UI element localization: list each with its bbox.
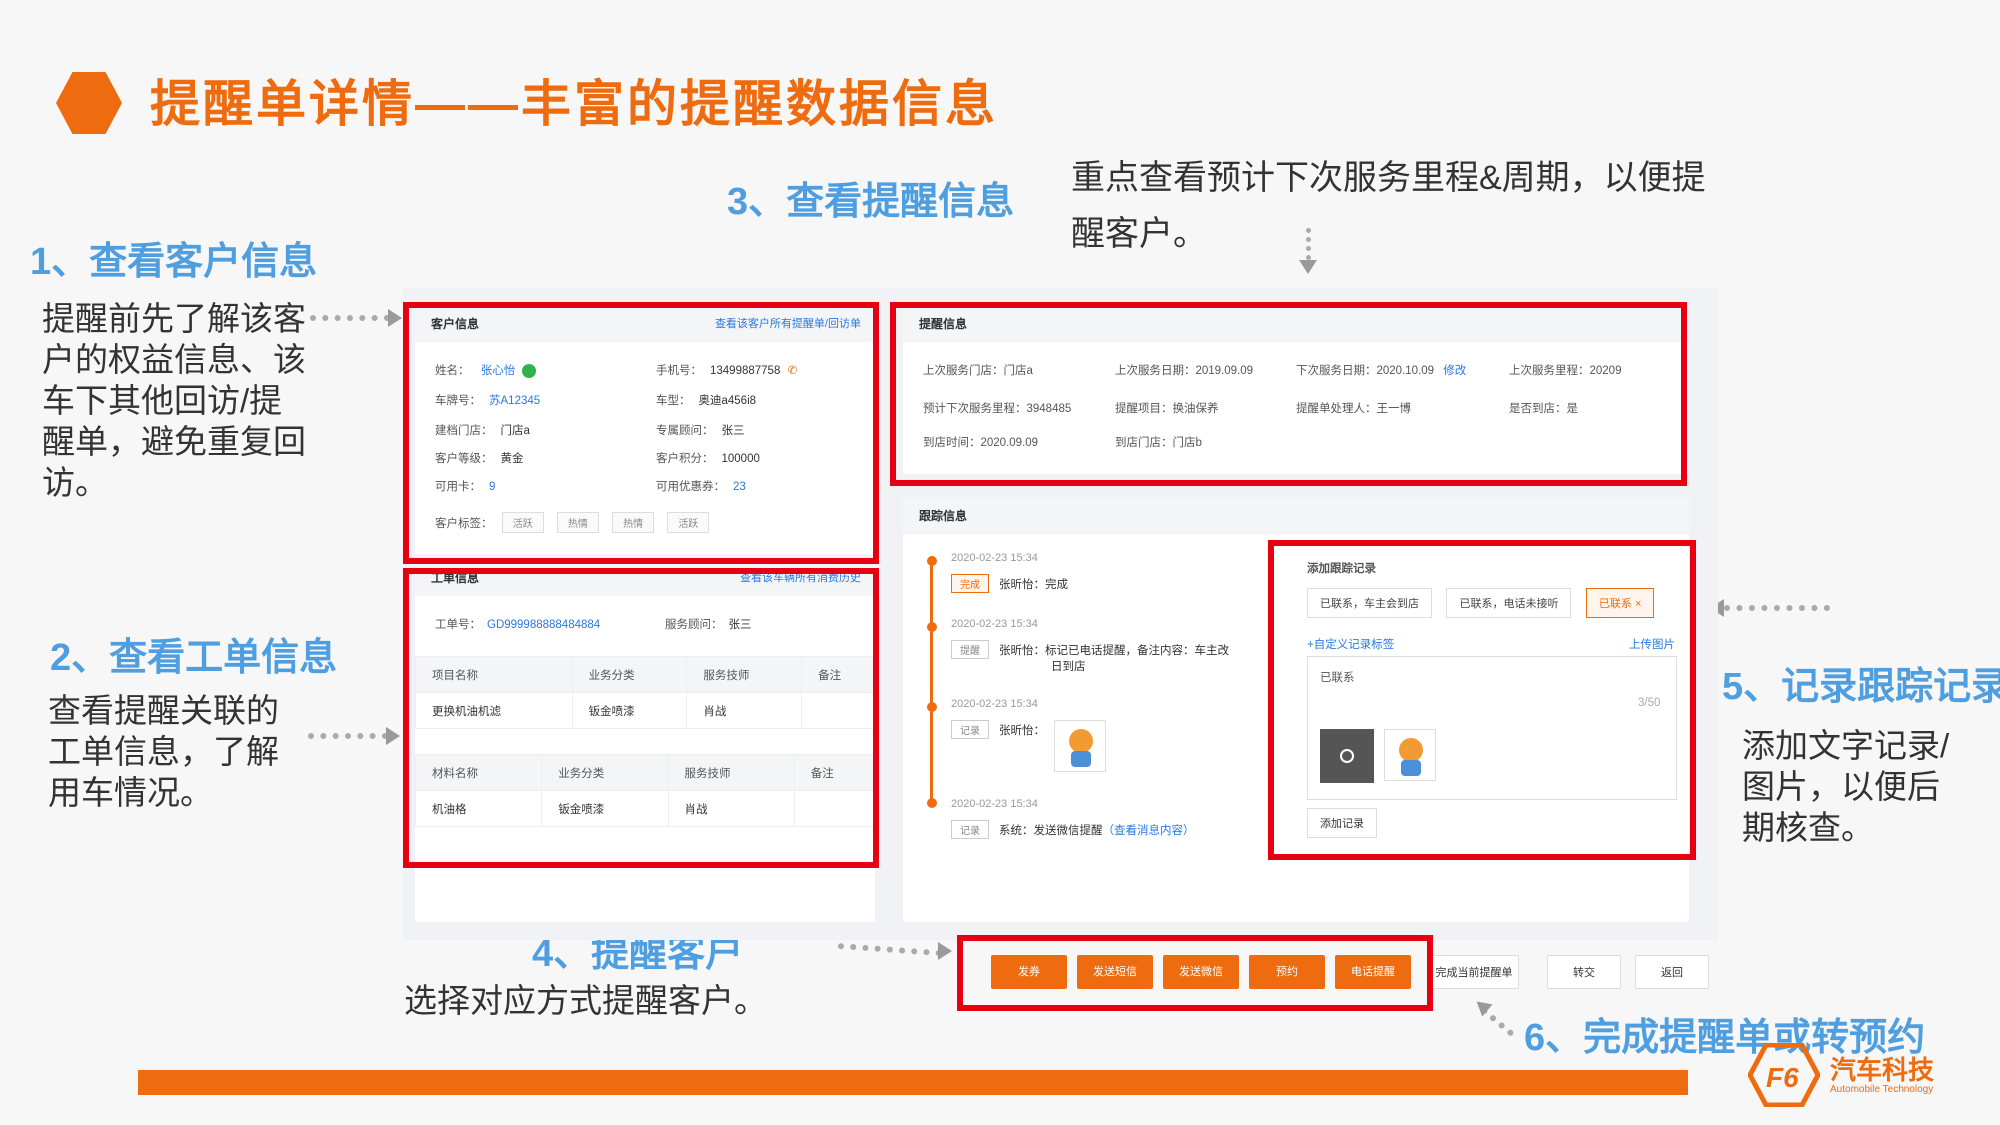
timeline-tag: 完成: [951, 574, 989, 593]
callout-1-arrow-head-icon: [388, 309, 402, 327]
callout-1-arrow-line: [310, 315, 390, 321]
company-logo-name: 汽车科技: [1830, 1055, 1935, 1085]
footer-bar: [138, 1070, 1688, 1095]
highlight-reminder-info: [890, 302, 1687, 486]
timeline-dot: [927, 556, 937, 566]
callout-4-arrow-head-icon: [938, 942, 952, 960]
timeline-dot: [927, 798, 937, 808]
callout-2-arrow-head-icon: [386, 727, 400, 745]
company-logo-icon: F6: [1748, 1043, 1820, 1107]
company-logo-subtitle: Automobile Technology: [1830, 1084, 1934, 1095]
timeline-entry: 记录 张昕怡：: [951, 720, 1107, 772]
callout-5-arrow-line: [1724, 605, 1830, 611]
callout-1-text: 提醒前先了解该客户的权益信息、该车下其他回访/提醒单，避免重复回访。: [42, 300, 306, 501]
tracking-info-title: 跟踪信息: [919, 509, 968, 523]
timeline-tag: 记录: [951, 720, 989, 739]
tracking-image-thumbnail[interactable]: [1054, 720, 1107, 772]
callout-5-title: 5、记录跟踪记录: [1722, 666, 2000, 708]
timeline-entry: 完成 张昕怡：完成: [951, 574, 1068, 593]
timeline-line: [930, 556, 933, 804]
callout-2-text: 查看提醒关联的工单信息，了解用车情况。: [48, 692, 279, 811]
back-button[interactable]: 返回: [1635, 955, 1709, 989]
timeline-time: 2020-02-23 15:34: [951, 618, 1038, 630]
view-message-link[interactable]: （查看消息内容）: [1103, 825, 1195, 837]
timeline-tag: 记录: [951, 820, 989, 839]
highlight-customer-info: [403, 302, 879, 564]
complete-reminder-button[interactable]: 完成当前提醒单: [1429, 955, 1519, 989]
timeline-tag: 提醒: [951, 640, 989, 659]
svg-text:F6: F6: [1766, 1062, 1799, 1093]
highlight-action-buttons: [957, 935, 1433, 1011]
callout-3-arrow-head-icon: [1299, 260, 1317, 274]
callout-1-title: 1、查看客户信息: [30, 241, 318, 283]
slide-title: 提醒单详情——丰富的提醒数据信息: [150, 76, 998, 132]
tracking-info-header: 跟踪信息: [903, 498, 1689, 534]
callout-3-arrow-line: [1306, 228, 1311, 260]
callout-3-text: 重点查看预计下次服务里程&周期，以便提醒客户。: [1071, 159, 1706, 253]
callout-2-title: 2、查看工单信息: [50, 637, 338, 679]
timeline-dot: [927, 702, 937, 712]
timeline-time: 2020-02-23 15:34: [951, 698, 1038, 710]
timeline-entry: 记录 系统：发送微信提醒（查看消息内容）: [951, 820, 1195, 839]
timeline-time: 2020-02-23 15:34: [951, 798, 1038, 810]
callout-5-text: 添加文字记录/图片，以便后期核查。: [1742, 727, 1950, 846]
callout-3-title: 3、查看提醒信息: [727, 181, 1015, 223]
callout-2-arrow-line: [308, 733, 388, 739]
timeline-entry: 提醒 张昕怡：标记已电话提醒，备注内容：车主改: [951, 640, 1229, 659]
callout-4-arrow-line: [837, 943, 942, 957]
timeline-dot: [927, 622, 937, 632]
highlight-add-record: [1268, 540, 1696, 860]
callout-4-text: 选择对应方式提醒客户。: [404, 982, 767, 1019]
hexagon-bullet-icon: [56, 72, 122, 134]
highlight-workorder-info: [403, 568, 879, 868]
transfer-button[interactable]: 转交: [1547, 955, 1621, 989]
timeline-entry-continued: 日到店: [1051, 661, 1086, 673]
timeline-time: 2020-02-23 15:34: [951, 552, 1038, 564]
